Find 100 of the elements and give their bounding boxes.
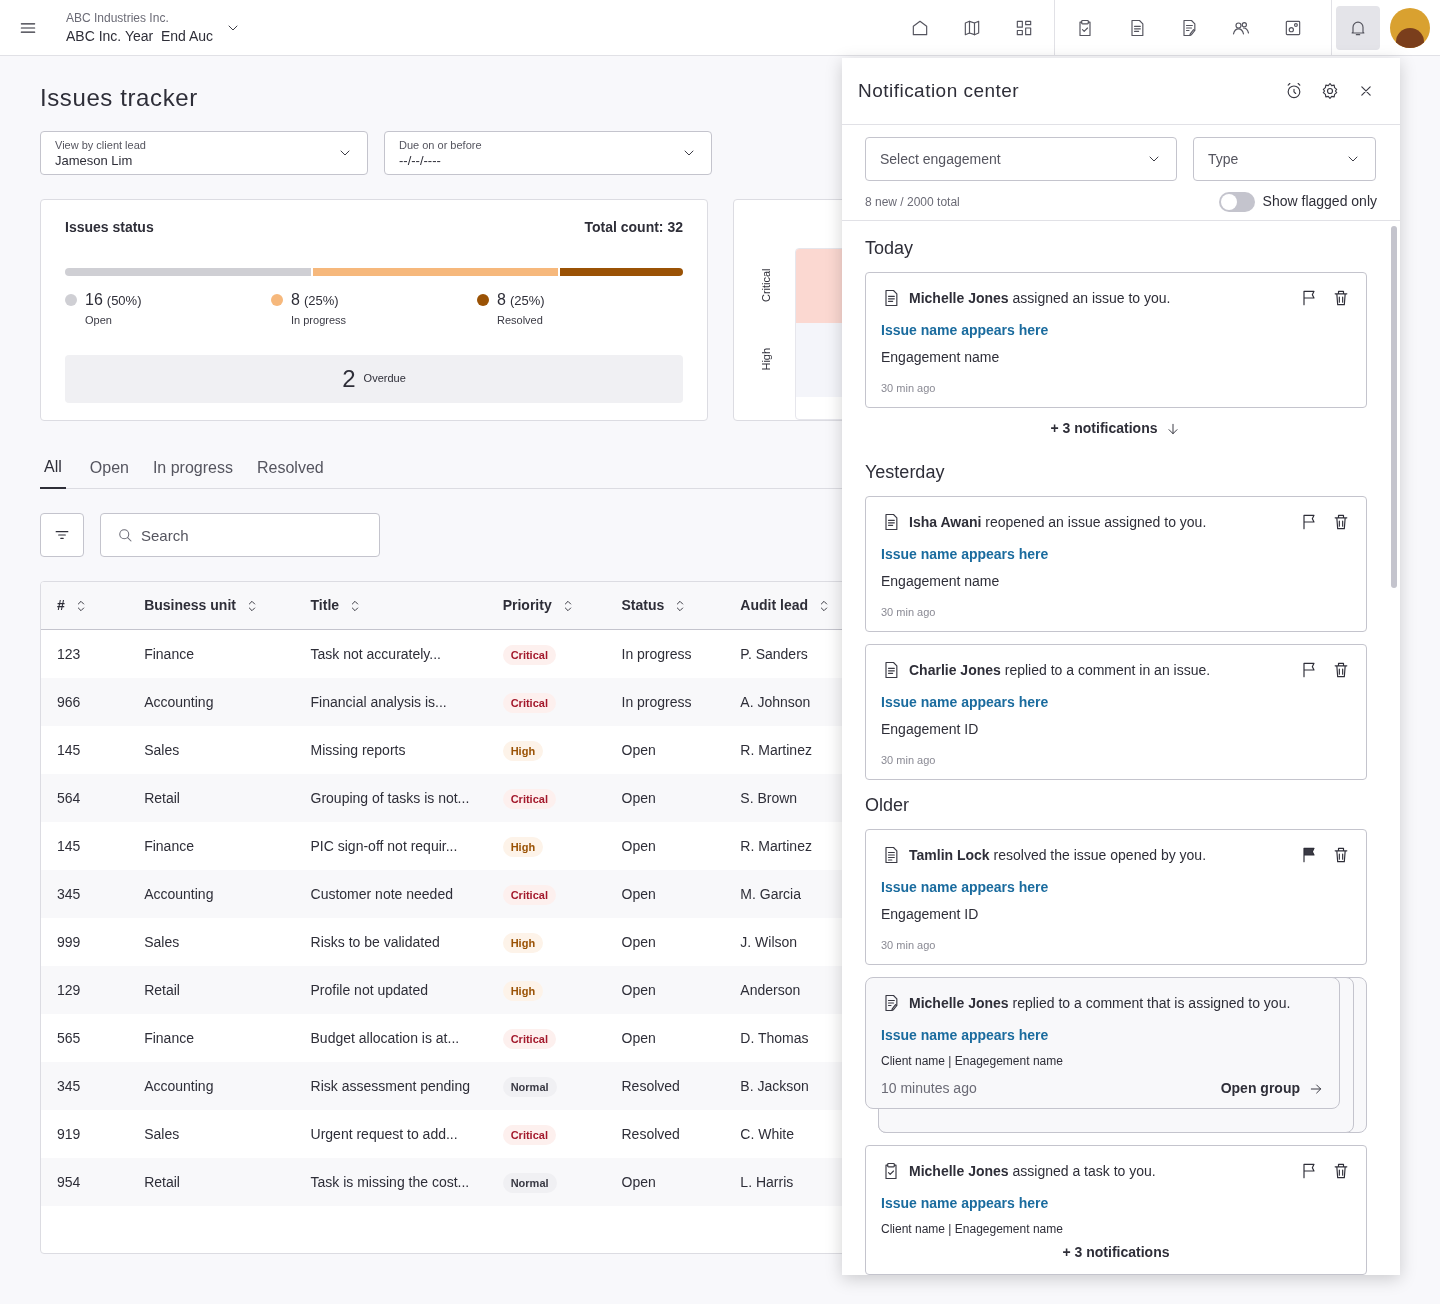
panel-title: Notification center (858, 78, 1021, 103)
type-select[interactable]: Type (1193, 137, 1376, 181)
filter-dropdown[interactable]: View by client lead Jameson Lim (40, 131, 368, 175)
engagement-select[interactable]: Select engagement (865, 137, 1177, 181)
tab[interactable]: Resolved (256, 455, 324, 488)
tab[interactable]: All (40, 455, 66, 489)
engagement-text: Engagement ID (881, 905, 979, 924)
column-header: Status (621, 596, 665, 615)
table-cell: 919 (57, 1126, 81, 1142)
table-cell: R. Martinez (740, 838, 812, 854)
priority-badge: Normal (502, 1173, 557, 1193)
table-cell: Risks to be validated (310, 934, 440, 950)
table-cell: 145 (57, 742, 81, 758)
table-cell: Task not accurately... (310, 646, 441, 662)
table-cell: Retail (144, 790, 180, 806)
notifications-button[interactable] (1336, 5, 1380, 50)
timestamp: 30 min ago (881, 938, 936, 953)
toggle-switch[interactable] (1218, 191, 1255, 212)
status-label: Resolved (497, 313, 544, 328)
column-header: Title (310, 596, 340, 615)
issue-link[interactable]: Issue name appears here (881, 692, 1049, 713)
notification-text: Michelle Jones assigned an issue to you. (909, 289, 1172, 308)
notification-card[interactable]: Michelle Jones replied to a comment that is assigned to you. Issue name appears here Client name | Enagegement name 10 minutes ago Open group (865, 977, 1340, 1109)
table-cell: Risk assessment pending (310, 1078, 471, 1094)
priority-badge: Normal (502, 1077, 557, 1097)
notification-card[interactable]: Tamlin Lock resolved the issue opened by you. Issue name appears here Engagement ID 30 min ago (865, 829, 1367, 965)
table-cell: 966 (57, 694, 81, 710)
table-cell: In progress (621, 694, 692, 710)
table-cell: Retail (144, 982, 180, 998)
engagement-text: Client name | Enagegement name (881, 1053, 1063, 1070)
notification-text: Charlie Jones replied to a comment in an issue. (909, 661, 1212, 680)
table-cell: Accounting (144, 1078, 214, 1094)
table-cell: Accounting (144, 886, 214, 902)
notification-card[interactable]: Isha Awani reopened an issue assigned to you. Issue name appears here Engagement name 30 min ago (865, 496, 1367, 632)
search-field[interactable]: Search (100, 513, 380, 557)
table-cell: Financial analysis is... (310, 694, 447, 710)
filter-dropdown[interactable]: Due on or before --/--/---- (384, 131, 712, 175)
priority-badge: High (502, 837, 544, 857)
table-cell: Resolved (621, 1078, 680, 1094)
notification-count: 8 new / 2000 total (865, 193, 960, 211)
section-heading: Yesterday (865, 461, 946, 484)
status-label: Open (85, 313, 113, 328)
notification-card[interactable]: Charlie Jones replied to a comment in an issue. Issue name appears here Engagement ID 30 min ago (865, 644, 1367, 780)
table-cell: 565 (57, 1030, 81, 1046)
issue-link[interactable]: Issue name appears here (881, 1193, 1049, 1214)
table-cell: B. Jackson (740, 1078, 809, 1094)
page-title: Issues tracker (40, 84, 198, 112)
table-cell: R. Martinez (740, 742, 812, 758)
column-header: Audit lead (740, 596, 808, 615)
total-count: Total count: 32 (584, 218, 683, 237)
column-header: Priority (502, 596, 552, 615)
table-cell: 564 (57, 790, 81, 806)
table-cell: Open (621, 1174, 656, 1190)
priority-badge: Critical (502, 1029, 556, 1049)
table-cell: Sales (144, 742, 180, 758)
table-cell: Open (621, 982, 656, 998)
avatar[interactable] (1390, 7, 1430, 48)
status-percent: (50%) (106, 292, 142, 310)
table-cell: P. Sanders (740, 646, 808, 662)
engagement-text: Client name | Enagegement name (881, 1221, 1063, 1238)
table-cell: A. Johnson (740, 694, 811, 710)
issue-link[interactable]: Issue name appears here (881, 877, 1049, 898)
table-cell: Finance (144, 838, 194, 854)
issue-link[interactable]: Issue name appears here (881, 1025, 1049, 1046)
axis-label: High (758, 347, 773, 371)
settings-icon (1320, 81, 1340, 101)
table-cell: Grouping of tasks is not... (310, 790, 470, 806)
priority-badge: High (502, 741, 544, 761)
table-cell: Open (621, 838, 656, 854)
status-label: In progress (291, 313, 347, 328)
status-count: 8 (497, 290, 506, 310)
overdue-count: 2 (342, 363, 356, 394)
table-cell: C. White (740, 1126, 795, 1142)
table-cell: Urgent request to add... (310, 1126, 458, 1142)
scrollbar[interactable] (1391, 226, 1397, 588)
table-cell: 954 (57, 1174, 81, 1190)
open-group-button[interactable]: Open group (1220, 1078, 1324, 1099)
tab[interactable]: In progress (152, 455, 233, 488)
table-cell: Sales (144, 1126, 180, 1142)
issue-link[interactable]: Issue name appears here (881, 544, 1049, 565)
table-cell: 145 (57, 838, 81, 854)
table-cell: J. Wilson (740, 934, 798, 950)
priority-badge: High (502, 981, 544, 1001)
table-cell: Sales (144, 934, 180, 950)
search-icon (116, 526, 134, 544)
timestamp: 30 min ago (881, 381, 936, 396)
more-notifications-button[interactable]: + 3 notifications (1062, 1242, 1170, 1263)
table-cell: PIC sign-off not requir... (310, 838, 458, 854)
timestamp: 30 min ago (881, 605, 936, 620)
notification-card[interactable]: Michelle Jones assigned a task to you. Issue name appears here Client name | Enagegement name + 3 notifications (865, 1145, 1367, 1275)
table-cell: Missing reports (310, 742, 406, 758)
priority-badge: Critical (502, 1125, 556, 1145)
issue-link[interactable]: Issue name appears here (881, 320, 1049, 341)
toggle-label: Show flagged only (1262, 192, 1377, 211)
more-notifications-button[interactable]: + 3 notifications (1050, 418, 1182, 439)
notification-card[interactable]: Michelle Jones assigned an issue to you. Issue name appears here Engagement name 30 min ago (865, 272, 1367, 408)
table-cell: D. Thomas (740, 1030, 809, 1046)
priority-badge: High (502, 933, 544, 953)
priority-badge: Critical (502, 885, 556, 905)
tab[interactable]: Open (89, 455, 129, 488)
